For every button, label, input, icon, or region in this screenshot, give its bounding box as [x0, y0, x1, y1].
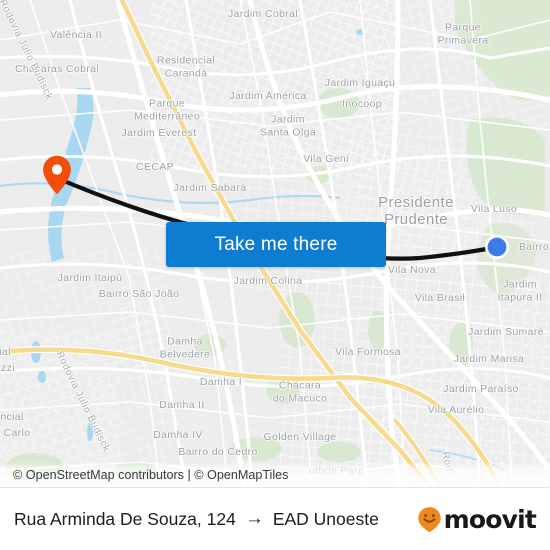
trip-bottom-bar: Rua Arminda De Souza, 124 → EAD Unoeste …	[0, 487, 550, 550]
map-pin-icon	[43, 155, 71, 195]
origin-pin-marker[interactable]	[42, 155, 72, 195]
destination-dot-marker[interactable]	[484, 234, 510, 260]
moovit-logo[interactable]: moovit	[417, 504, 537, 534]
moovit-trip-map-screen: Jardim Cobral Valência II Parque Primavera…	[0, 0, 550, 550]
moovit-wordmark: moovit	[443, 504, 537, 534]
take-me-there-button[interactable]: Take me there	[166, 222, 386, 267]
trip-summary: Rua Arminda De Souza, 124 → EAD Unoeste	[14, 509, 379, 530]
map-dot-icon	[485, 235, 509, 259]
trip-destination-label: EAD Unoeste	[272, 508, 379, 529]
moovit-pin-icon	[417, 506, 441, 532]
map-canvas[interactable]: Jardim Cobral Valência II Parque Primavera…	[0, 0, 550, 487]
arrow-right-icon: →	[244, 507, 264, 529]
trip-origin-label: Rua Arminda De Souza, 124	[14, 508, 236, 529]
